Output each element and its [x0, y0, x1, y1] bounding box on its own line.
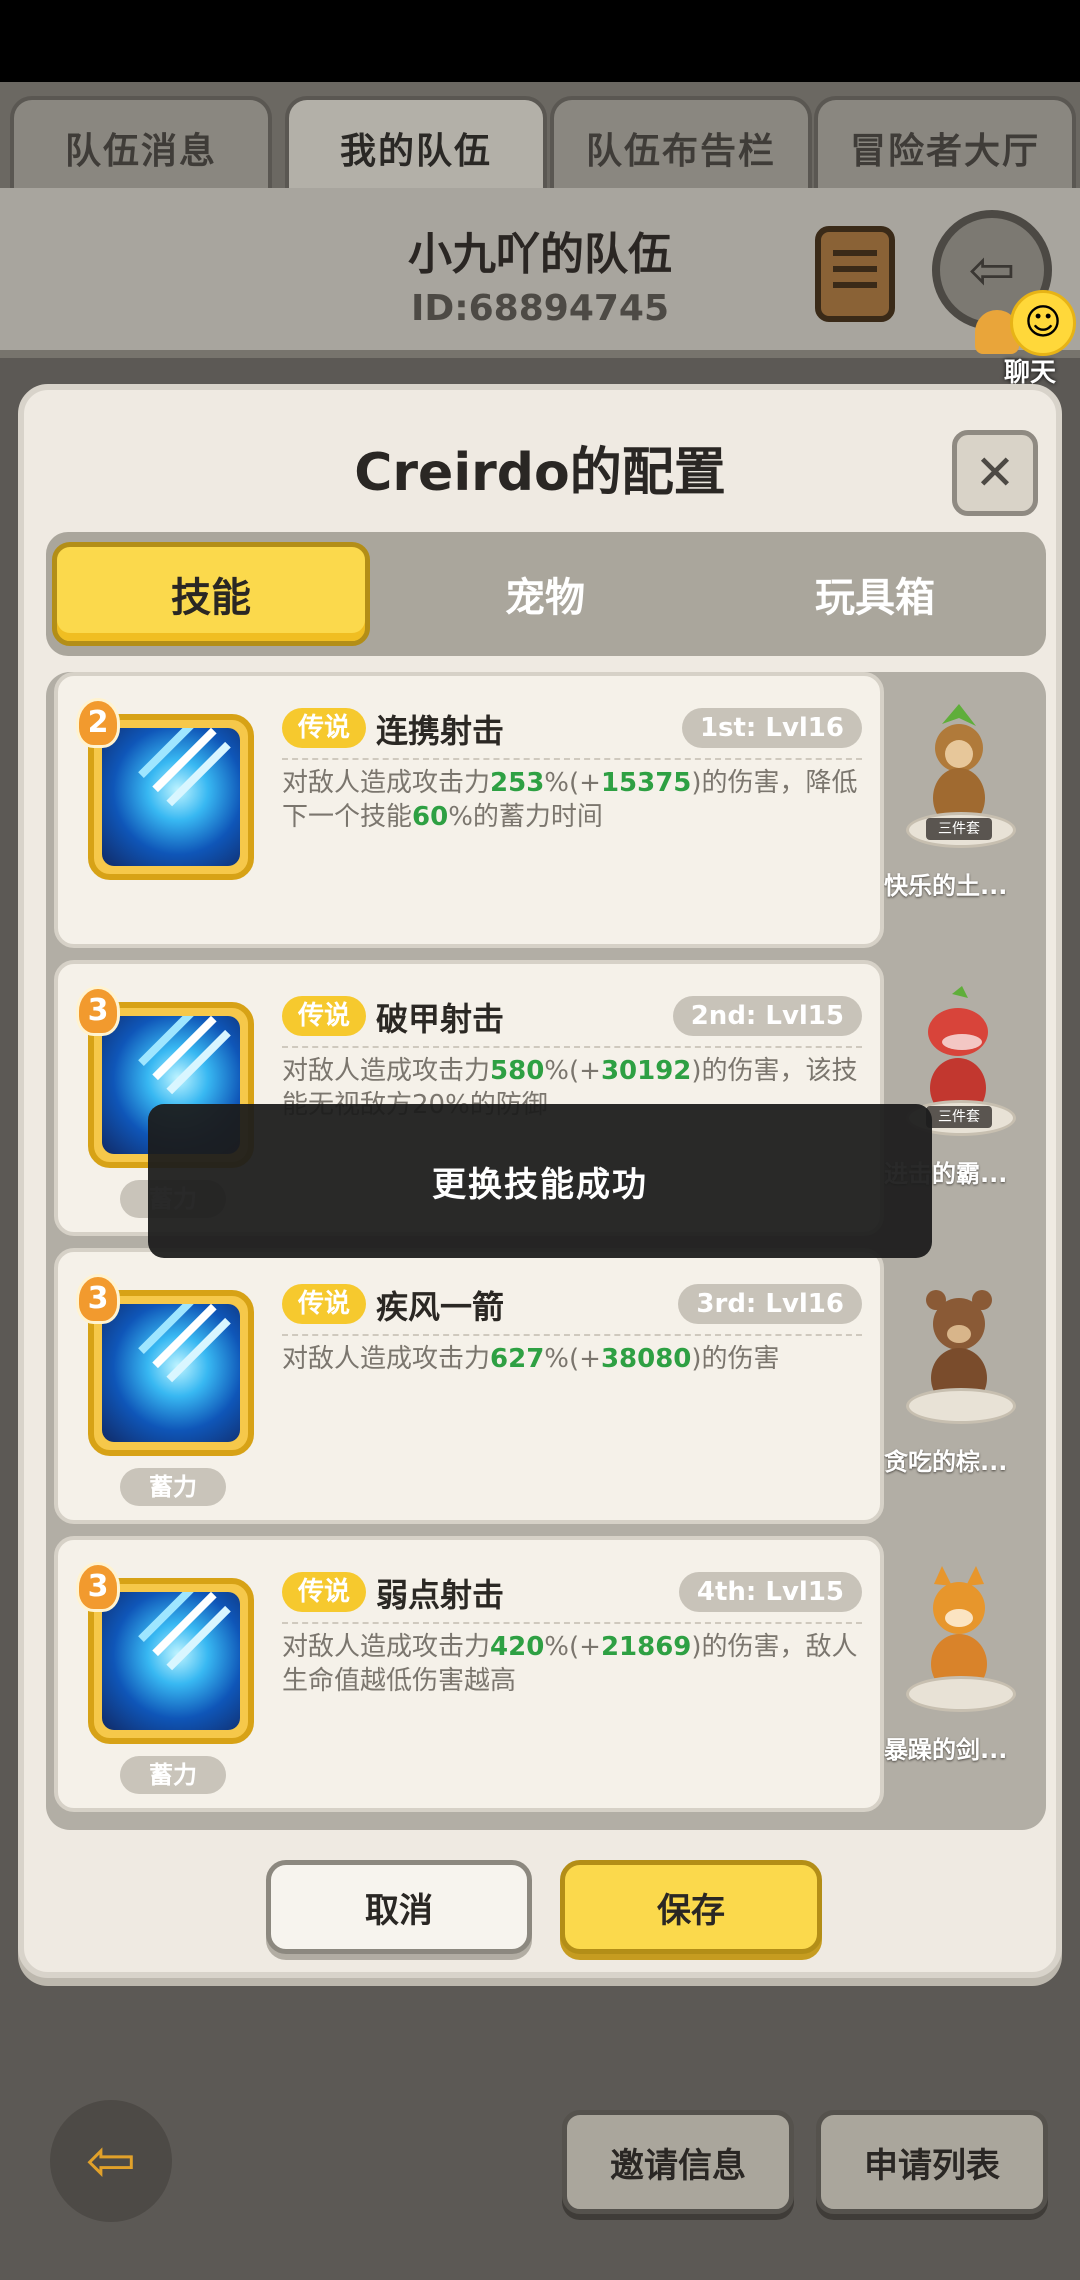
pet-slot[interactable]: 贪吃的棕...	[884, 1252, 1034, 1528]
toast-message: 更换技能成功	[148, 1104, 932, 1258]
pet-name: 快乐的土...	[884, 872, 1008, 900]
skill-name: 破甲射击	[376, 1000, 505, 1038]
rarity-badge: 传说	[282, 996, 366, 1036]
tab-toybox[interactable]: 玩具箱	[716, 542, 1034, 646]
invite-info-button[interactable]: 邀请信息	[562, 2110, 794, 2214]
skill-card[interactable]: 3 蓄力 传说 疾风一箭 3rd: Lvl16 对敌人造成攻击力627%(+38…	[54, 1248, 884, 1524]
skill-name: 连携射击	[376, 712, 505, 750]
tab-pets[interactable]: 宠物	[386, 542, 704, 646]
pet-pedestal	[906, 1676, 1016, 1712]
team-header: 小九吖的队伍 ID:68894745 ⇦	[0, 188, 1080, 358]
close-icon: ✕	[974, 445, 1016, 501]
scroll-icon[interactable]	[815, 226, 895, 322]
status-bar	[0, 0, 1080, 82]
pet-slot[interactable]: 三件套 快乐的土...	[884, 676, 1034, 952]
skill-card[interactable]: 2 传说 连携射击 1st: Lvl16 对敌人造成攻击力253%(+15375…	[54, 672, 884, 948]
skill-level-badge: 3	[76, 986, 120, 1036]
set-tag: 三件套	[926, 818, 992, 840]
tab-skills[interactable]: 技能	[52, 542, 370, 646]
weak-point-shot-icon	[102, 1592, 240, 1730]
charge-label: 蓄力	[120, 1468, 226, 1506]
divider	[282, 1046, 862, 1048]
save-button[interactable]: 保存	[560, 1860, 822, 1954]
team-id: ID:68894745	[410, 288, 670, 329]
set-tag: 三件套	[926, 1106, 992, 1128]
skill-level-badge: 3	[76, 1274, 120, 1324]
close-button[interactable]: ✕	[952, 430, 1038, 516]
tab-adventurer-hall[interactable]: 冒险者大厅	[814, 96, 1076, 196]
team-name: 小九吖的队伍	[408, 229, 672, 280]
back-arrow-icon: ⇦	[85, 2126, 137, 2196]
pet-slot[interactable]: 暴躁的剑...	[884, 1540, 1034, 1816]
skill-description: 对敌人造成攻击力627%(+38080)的伤害	[282, 1344, 780, 1374]
rarity-badge: 传说	[282, 1572, 366, 1612]
chat-button[interactable]: ☺ 聊天	[975, 290, 1080, 390]
rarity-badge: 传说	[282, 1284, 366, 1324]
arrow-volley-icon	[102, 728, 240, 866]
pet-pedestal	[906, 1388, 1016, 1424]
slot-level-badge: 4th: Lvl15	[678, 1572, 862, 1612]
tab-team-messages[interactable]: 队伍消息	[10, 96, 272, 196]
skill-name: 疾风一箭	[376, 1288, 505, 1326]
cancel-button[interactable]: 取消	[266, 1860, 532, 1954]
back-button[interactable]: ⇦	[50, 2100, 172, 2222]
rarity-badge: 传说	[282, 708, 366, 748]
divider	[282, 758, 862, 760]
skill-level-badge: 2	[76, 698, 120, 748]
slot-level-badge: 3rd: Lvl16	[678, 1284, 862, 1324]
pet-name: 贪吃的棕...	[884, 1448, 1008, 1476]
skill-description: 对敌人造成攻击力253%(+15375)的伤害，降低下一个技能60%的蓄力时间	[282, 768, 858, 832]
charge-label: 蓄力	[120, 1756, 226, 1794]
divider	[282, 1334, 862, 1336]
application-list-button[interactable]: 申请列表	[816, 2110, 1048, 2214]
slot-level-badge: 2nd: Lvl15	[672, 996, 862, 1036]
skill-description: 对敌人造成攻击力420%(+21869)的伤害，敌人生命值越低伤害越高	[282, 1632, 858, 1696]
tab-my-team[interactable]: 我的队伍	[285, 96, 547, 196]
gale-arrow-icon	[102, 1304, 240, 1442]
skill-card[interactable]: 3 蓄力 传说 弱点射击 4th: Lvl15 对敌人造成攻击力420%(+21…	[54, 1536, 884, 1812]
slot-level-badge: 1st: Lvl16	[681, 708, 862, 748]
loadout-tabs: 技能 宠物 玩具箱	[46, 532, 1046, 656]
top-tab-bar: 队伍消息 我的队伍 队伍布告栏 冒险者大厅	[0, 82, 1080, 196]
pet-name: 暴躁的剑...	[884, 1736, 1008, 1764]
skill-name: 弱点射击	[376, 1576, 505, 1614]
skill-level-badge: 3	[76, 1562, 120, 1612]
modal-title: Creirdo的配置	[354, 443, 726, 503]
chat-bubble-icon: ☺	[1010, 290, 1076, 356]
tab-team-bulletin[interactable]: 队伍布告栏	[550, 96, 812, 196]
divider	[282, 1622, 862, 1624]
